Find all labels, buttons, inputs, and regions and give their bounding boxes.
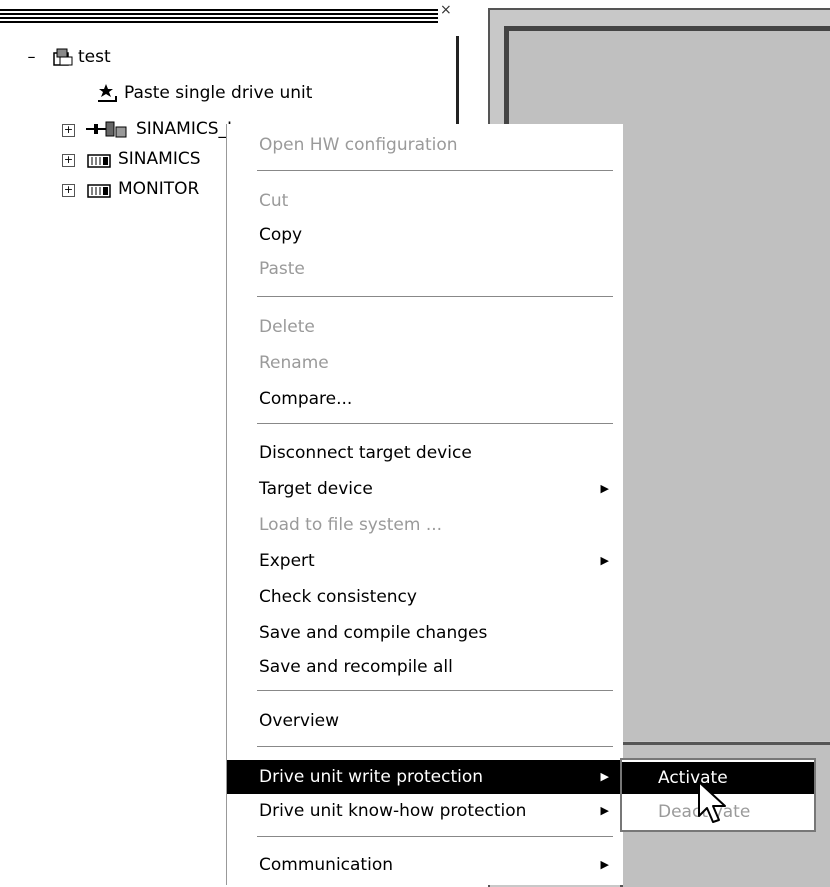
menu-item-label: Load to file system ...: [259, 515, 443, 535]
menu-separator: [257, 296, 613, 298]
titlebar-grip: [0, 9, 438, 23]
menu-item-open-hw-configuration[interactable]: Open HW configuration: [227, 128, 623, 162]
tree-pane-titlebar: ×: [0, 2, 452, 28]
device-icon: [87, 184, 111, 198]
menu-item-paste[interactable]: Paste: [227, 252, 623, 286]
tree-item-paste-single-drive-unit[interactable]: Paste single drive unit: [96, 80, 396, 106]
menu-item-communication[interactable]: Communication ▶: [227, 848, 623, 882]
menu-separator: [257, 690, 613, 692]
menu-item-overview[interactable]: Overview: [227, 704, 623, 738]
menu-item-label: Communication: [259, 855, 393, 875]
menu-item-expert[interactable]: Expert ▶: [227, 544, 623, 578]
menu-item-disconnect-target-device[interactable]: Disconnect target device: [227, 436, 623, 470]
menu-item-save-and-recompile-all[interactable]: Save and recompile all: [227, 650, 623, 684]
device-icon: [87, 154, 111, 168]
menu-item-label: Copy: [259, 225, 303, 245]
menu-item-label: Check consistency: [259, 587, 417, 607]
mouse-pointer-icon: [698, 781, 726, 823]
menu-item-target-device[interactable]: Target device ▶: [227, 472, 623, 506]
menu-separator: [257, 423, 613, 425]
close-icon[interactable]: ×: [440, 2, 452, 18]
menu-item-label: Save and recompile all: [259, 657, 453, 677]
menu-item-label: Disconnect target device: [259, 443, 472, 463]
menu-item-save-and-compile-changes[interactable]: Save and compile changes: [227, 616, 623, 650]
menu-item-label: Paste: [259, 259, 305, 279]
menu-item-check-consistency[interactable]: Check consistency: [227, 580, 623, 614]
tree-item-monitor[interactable]: + MONITOR: [62, 176, 230, 202]
menu-item-load-to-file-system[interactable]: Load to file system ...: [227, 508, 623, 542]
collapse-icon[interactable]: –: [26, 49, 37, 65]
menu-item-label: Cut: [259, 191, 289, 211]
expand-icon[interactable]: +: [62, 184, 75, 197]
tree-item-label: Paste single drive unit: [124, 83, 313, 103]
expand-icon[interactable]: +: [62, 154, 75, 167]
tree-item-sinamics[interactable]: + SINAMICS: [62, 146, 230, 172]
menu-item-label: Target device: [259, 479, 373, 499]
menu-separator: [257, 836, 613, 838]
menu-separator: [257, 170, 613, 172]
tree-item-label: SINAMICS_INTE: [136, 119, 232, 139]
tree-item-label: SINAMICS: [118, 149, 201, 169]
drive-unit-icon: [86, 121, 127, 138]
project-icon: [53, 48, 73, 66]
submenu-arrow-icon: ▶: [600, 554, 609, 567]
menu-item-label: Drive unit know-how protection: [259, 801, 527, 821]
star-icon: [98, 84, 117, 102]
menu-item-label: Rename: [259, 353, 329, 373]
menu-item-label: Expert: [259, 551, 315, 571]
menu-item-label: Compare...: [259, 389, 353, 409]
tree-item-project[interactable]: – test: [26, 44, 226, 70]
menu-item-label: Save and compile changes: [259, 623, 488, 643]
submenu-arrow-icon: ▶: [600, 770, 609, 783]
menu-item-drive-unit-write-protection[interactable]: Drive unit write protection ▶: [227, 760, 623, 794]
menu-item-label: Delete: [259, 317, 315, 337]
menu-item-drive-unit-know-how-protection[interactable]: Drive unit know-how protection ▶: [227, 794, 623, 828]
menu-item-label: Open HW configuration: [259, 135, 458, 155]
submenu-arrow-icon: ▶: [600, 804, 609, 817]
menu-separator: [257, 746, 613, 748]
context-menu: Open HW configuration Cut Copy Paste Del…: [226, 124, 623, 885]
menu-item-cut[interactable]: Cut: [227, 184, 623, 218]
tree-item-label: MONITOR: [118, 179, 200, 199]
menu-item-rename[interactable]: Rename: [227, 346, 623, 380]
expand-icon[interactable]: +: [62, 124, 75, 137]
menu-item-label: Overview: [259, 711, 340, 731]
tree-item-label: test: [78, 47, 111, 67]
menu-item-delete[interactable]: Delete: [227, 310, 623, 344]
submenu-arrow-icon: ▶: [600, 482, 609, 495]
menu-item-label: Drive unit write protection: [259, 767, 484, 787]
menu-item-copy[interactable]: Copy: [227, 218, 623, 252]
submenu-arrow-icon: ▶: [600, 858, 609, 871]
menu-item-compare[interactable]: Compare...: [227, 382, 623, 416]
tree-item-sinamics-integrated[interactable]: + SINAMICS_INTE: [62, 116, 232, 142]
